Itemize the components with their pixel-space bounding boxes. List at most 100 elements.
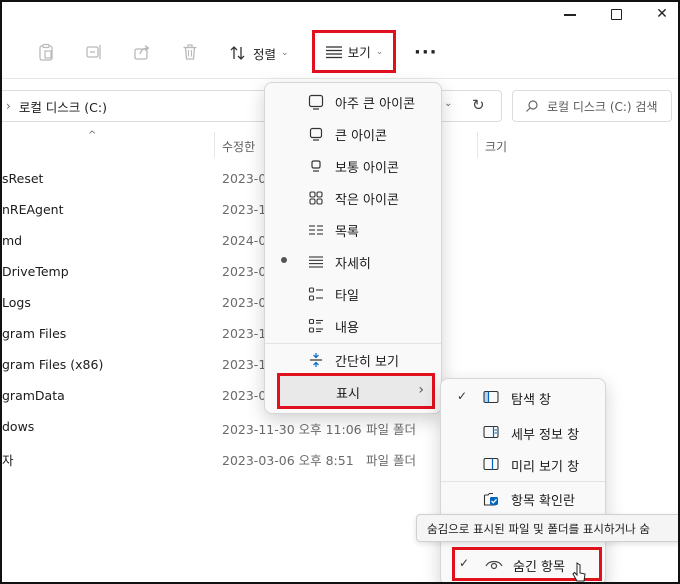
menu-item-show[interactable]: 표시 › bbox=[277, 373, 435, 409]
large-icons-icon bbox=[307, 126, 325, 142]
file-date: 2023-03-06 오후 8:51 bbox=[222, 453, 354, 468]
item-checkbox-icon bbox=[483, 491, 501, 507]
column-header-modified[interactable]: 수정한 bbox=[222, 138, 255, 155]
share-icon bbox=[134, 44, 150, 60]
delete-button[interactable] bbox=[180, 42, 200, 62]
search-placeholder: 로컬 디스크 (C:) 검색 bbox=[547, 99, 658, 114]
eye-icon bbox=[485, 558, 503, 576]
file-date: 2023-1 bbox=[222, 326, 267, 341]
trash-icon bbox=[183, 44, 197, 60]
file-name: gram Files (x86) bbox=[2, 357, 104, 372]
sort-ascending-icon: ^ bbox=[88, 130, 97, 141]
sort-label: 정렬 bbox=[253, 46, 277, 62]
submenu-item-navigation-pane[interactable]: ✓ 탐색 창 bbox=[445, 382, 603, 414]
small-icons-icon bbox=[307, 190, 325, 206]
chevron-down-icon: ⌄ bbox=[375, 46, 384, 57]
paste-button[interactable] bbox=[36, 42, 56, 62]
file-date: 2023-1 bbox=[222, 357, 267, 372]
sort-button[interactable]: 정렬 ⌄ bbox=[230, 42, 289, 64]
submenu-item-label: 세부 정보 창 bbox=[511, 428, 580, 443]
address-dropdown-icon[interactable]: ⌄ bbox=[444, 98, 452, 109]
file-name: DriveTemp bbox=[2, 264, 69, 279]
tiles-icon bbox=[307, 286, 325, 302]
extra-large-icons-icon bbox=[307, 94, 325, 110]
menu-divider bbox=[441, 481, 605, 482]
menu-item-content[interactable]: 내용 bbox=[269, 311, 439, 341]
table-row[interactable]: dows 2023-11-30 오후 11:06 파일 폴더 bbox=[2, 413, 442, 443]
menu-divider bbox=[265, 343, 441, 344]
chevron-right-icon: › bbox=[418, 382, 424, 398]
search-input[interactable]: 로컬 디스크 (C:) 검색 bbox=[512, 90, 672, 122]
file-name: gramData bbox=[2, 388, 65, 403]
submenu-item-label: 미리 보기 창 bbox=[511, 460, 580, 475]
minimize-icon bbox=[564, 14, 576, 16]
file-name: Logs bbox=[2, 295, 31, 310]
list-icon bbox=[307, 222, 325, 238]
command-bar: 정렬 ⌄ 보기 ⌄ ··· bbox=[2, 28, 678, 78]
file-name: 자 bbox=[2, 453, 14, 468]
content-icon bbox=[307, 318, 325, 334]
submenu-item-preview-pane[interactable]: 미리 보기 창 bbox=[445, 449, 603, 481]
sort-icon bbox=[230, 46, 245, 60]
compact-view-icon bbox=[307, 352, 325, 368]
menu-item-label: 아주 큰 아이콘 bbox=[335, 97, 416, 112]
menu-item-label: 간단히 보기 bbox=[335, 355, 399, 370]
chevron-down-icon: ⌄ bbox=[281, 48, 289, 58]
menu-item-extra-large-icons[interactable]: 아주 큰 아이콘 bbox=[269, 87, 439, 117]
file-type: 파일 폴더 bbox=[366, 453, 416, 468]
menu-item-label: 자세히 bbox=[335, 257, 371, 272]
file-date: 2023-0 bbox=[222, 264, 267, 279]
maximize-icon bbox=[610, 8, 622, 20]
close-icon: ✕ bbox=[656, 6, 668, 22]
submenu-item-label: 탐색 창 bbox=[511, 393, 552, 408]
menu-item-medium-icons[interactable]: 보통 아이콘 bbox=[269, 151, 439, 181]
rename-icon bbox=[86, 45, 101, 59]
address-path: 로컬 디스크 (C:) bbox=[18, 99, 107, 115]
submenu-item-checkboxes[interactable]: 항목 확인란 bbox=[445, 483, 603, 515]
column-divider bbox=[214, 132, 215, 158]
preview-pane-icon bbox=[483, 457, 501, 473]
file-date: 2023-1 bbox=[222, 202, 267, 217]
maximize-button[interactable] bbox=[594, 2, 638, 26]
close-button[interactable]: ✕ bbox=[640, 2, 678, 26]
view-button[interactable]: 보기 ⌄ bbox=[312, 30, 396, 73]
file-name: sReset bbox=[2, 171, 44, 186]
menu-item-label: 작은 아이콘 bbox=[335, 193, 399, 208]
navigation-pane-icon bbox=[483, 390, 501, 406]
view-menu: 아주 큰 아이콘 큰 아이콘 보통 아이콘 작은 아이콘 목록 자세히 타일 내… bbox=[264, 82, 442, 414]
menu-item-large-icons[interactable]: 큰 아이콘 bbox=[269, 119, 439, 149]
details-pane-icon bbox=[483, 425, 501, 441]
column-divider bbox=[477, 132, 478, 158]
menu-item-label: 큰 아이콘 bbox=[335, 129, 387, 144]
checkmark-icon: ✓ bbox=[457, 389, 468, 403]
file-date: 2024-0 bbox=[222, 233, 267, 248]
submenu-item-details-pane[interactable]: 세부 정보 창 bbox=[445, 417, 603, 449]
rename-button[interactable] bbox=[84, 42, 104, 62]
file-name: nREAgent bbox=[2, 202, 64, 217]
selected-indicator-icon bbox=[281, 257, 287, 263]
menu-item-list[interactable]: 목록 bbox=[269, 215, 439, 245]
menu-item-small-icons[interactable]: 작은 아이콘 bbox=[269, 183, 439, 213]
file-date: 2023-0 bbox=[222, 171, 267, 186]
menu-item-tiles[interactable]: 타일 bbox=[269, 279, 439, 309]
menu-item-details[interactable]: 자세히 bbox=[269, 247, 439, 277]
menu-item-compact-view[interactable]: 간단히 보기 bbox=[269, 345, 439, 375]
submenu-item-label: 숨긴 항목 bbox=[513, 560, 565, 575]
file-type: 파일 폴더 bbox=[366, 422, 416, 437]
column-header-size[interactable]: 크기 bbox=[485, 138, 507, 155]
file-date: 2023-11-30 오후 11:06 bbox=[222, 422, 362, 437]
refresh-icon[interactable]: ↻ bbox=[472, 96, 485, 114]
minimize-button[interactable] bbox=[548, 2, 592, 26]
share-button[interactable] bbox=[132, 42, 152, 62]
toolbar-divider bbox=[2, 78, 678, 79]
table-row[interactable]: 자 2023-03-06 오후 8:51 파일 폴더 bbox=[2, 444, 442, 474]
mouse-cursor-icon bbox=[572, 562, 586, 582]
tooltip: 숨김으로 표시된 파일 및 폴더를 표시하거나 숨 bbox=[416, 514, 678, 542]
file-explorer-window: ✕ 정렬 ⌄ 보기 ⌄ ··· › 로컬 디스크 (C:) ⌄ ↻ 로컬 디스크… bbox=[0, 0, 680, 584]
view-lines-icon bbox=[325, 45, 342, 58]
file-date: 2023-0 bbox=[222, 295, 267, 310]
checkmark-icon: ✓ bbox=[459, 556, 470, 570]
details-icon bbox=[307, 254, 325, 270]
paste-icon bbox=[39, 43, 53, 61]
more-options-button[interactable]: ··· bbox=[414, 42, 438, 63]
